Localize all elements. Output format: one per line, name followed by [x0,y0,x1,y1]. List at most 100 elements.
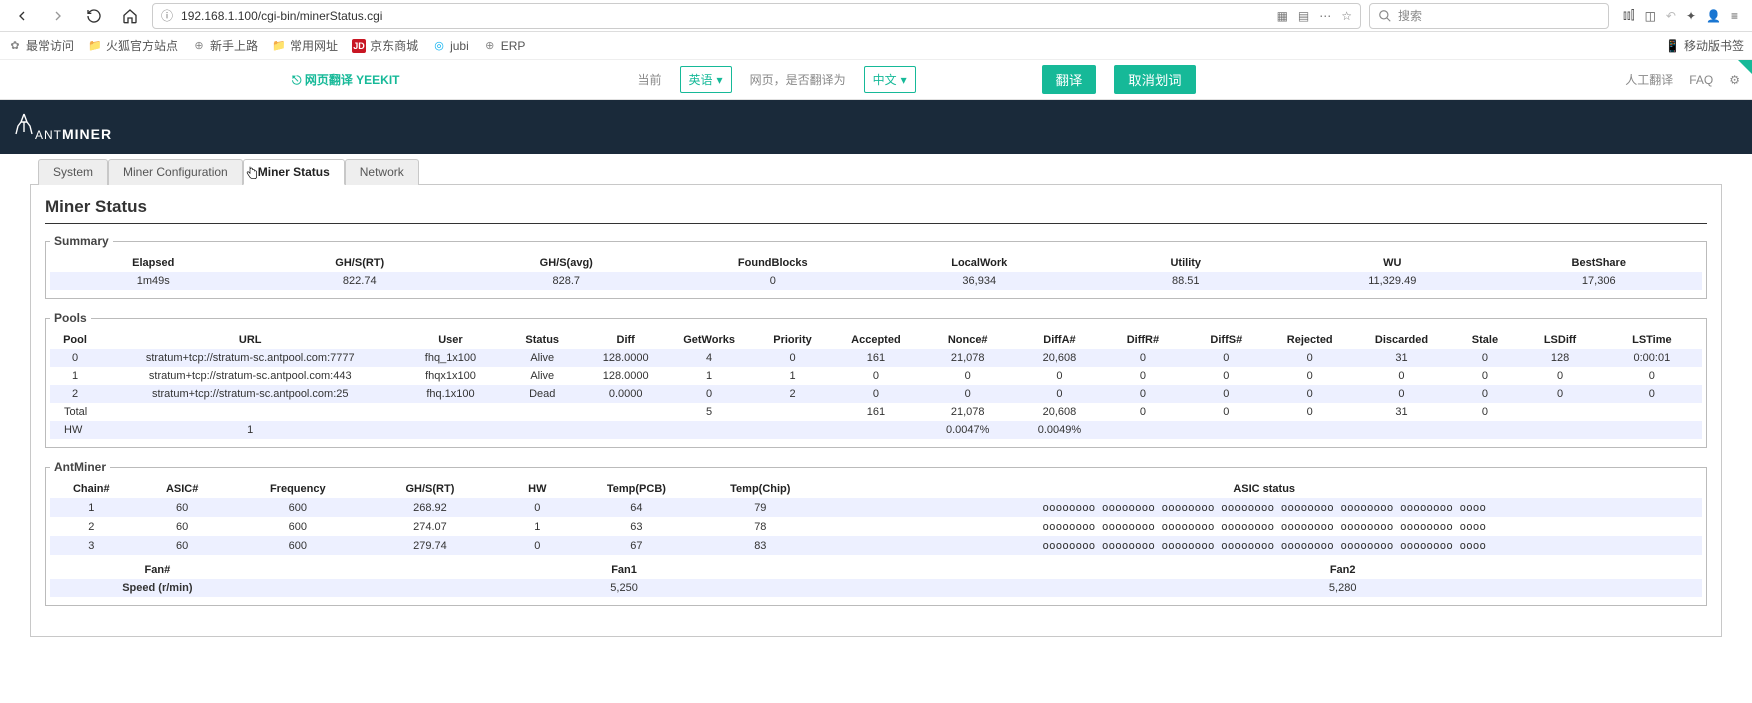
td: 274.07 [364,517,496,536]
addon-icon[interactable]: ✦ [1686,9,1696,23]
back-button[interactable] [8,2,36,30]
folder-icon: 📁 [88,39,102,53]
td: 0 [1185,367,1268,385]
summary-table: Elapsed GH/S(RT) GH/S(avg) FoundBlocks L… [50,254,1702,290]
table-row: 160600268.9206479oooooooo oooooooo ooooo… [50,498,1702,517]
td: 4 [667,349,750,367]
bookmark-star-icon[interactable]: ☆ [1341,9,1352,23]
table-row-total: Total516121,07820,608000310 [50,403,1702,421]
info-icon: ⓘ [161,7,173,24]
tab-system[interactable]: System [38,159,108,185]
th: LSDiff [1518,331,1601,349]
th: Utility [1083,254,1290,272]
corner-badge [1738,60,1752,74]
bookmark-common[interactable]: 📁常用网址 [272,37,338,54]
th: ASIC# [133,480,232,498]
table-row: 0 stratum+tcp://stratum-sc.antpool.com:77… [50,349,1702,367]
td: 0 [1185,403,1268,421]
th: Elapsed [50,254,257,272]
td: 0 [1351,385,1451,403]
tab-miner-status[interactable]: Miner Status [243,159,345,185]
library-icon[interactable]: ⫾⫾⫿ [1623,8,1635,23]
th: Temp(PCB) [579,480,695,498]
reader-icon[interactable]: ▤ [1298,9,1309,23]
tab-network[interactable]: Network [345,159,419,185]
chevron-down-icon: ▾ [717,73,723,87]
bookmark-erp[interactable]: ⊕ERP [483,39,526,53]
td: 2 [50,385,100,403]
th: Chain# [50,480,133,498]
td: fhq_1x100 [400,349,500,367]
td: 0:00:01 [1602,349,1702,367]
bookmark-firefox[interactable]: 📁火狐官方站点 [88,37,178,54]
bookmark-jd[interactable]: JD京东商城 [352,37,418,54]
th: DiffA# [1018,331,1101,349]
th: Fan# [50,561,265,579]
th: Accepted [834,331,917,349]
td: 0 [1101,403,1184,421]
more-icon[interactable]: ⋯ [1319,9,1331,23]
td: 67 [579,536,695,555]
td: 600 [232,498,364,517]
bm-label: jubi [450,39,469,53]
td: 5 [667,403,750,421]
th: Rejected [1268,331,1351,349]
bookmark-newuser[interactable]: ⊕新手上路 [192,37,258,54]
reload-button[interactable] [80,2,108,30]
table-row: 260600274.0716378oooooooo oooooooo ooooo… [50,517,1702,536]
cancel-translate-button[interactable]: 取消划词 [1114,65,1195,94]
lang-from-select[interactable]: 英语▾ [680,66,732,93]
td: 20,608 [1018,349,1101,367]
td: HW [50,421,100,439]
td: fhq.1x100 [400,385,500,403]
menu-icon[interactable]: ≡ [1731,9,1738,23]
td: 0 [667,385,750,403]
page-title: Miner Status [45,195,1707,224]
mobile-bookmarks[interactable]: 📱移动版书签 [1665,37,1744,54]
td: 128.0000 [584,367,667,385]
faq-link[interactable]: FAQ [1689,73,1713,87]
address-bar[interactable]: ⓘ 192.168.1.100/cgi-bin/minerStatus.cgi … [152,3,1361,29]
td: 36,934 [876,272,1083,290]
forward-button[interactable] [44,2,72,30]
bookmark-most-visited[interactable]: ✿最常访问 [8,37,74,54]
jubi-icon: ◎ [432,39,446,53]
td: 0 [918,385,1018,403]
human-translate-link[interactable]: 人工翻译 [1625,71,1673,88]
td: 0 [751,349,834,367]
td: oooooooo oooooooo oooooooo oooooooo oooo… [826,517,1702,536]
undo-icon[interactable]: ↶ [1666,9,1676,23]
td: 21,078 [918,349,1018,367]
tab-miner-configuration[interactable]: Miner Configuration [108,159,243,185]
home-button[interactable] [116,2,144,30]
td: 0 [1518,367,1601,385]
yeekit-logo: ⎋ 网页翻译 YEEKIT [292,71,400,88]
mobile-icon: 📱 [1665,39,1680,53]
current-label: 当前 [638,71,662,88]
th: FoundBlocks [670,254,877,272]
translate-button[interactable]: 翻译 [1042,65,1097,94]
th: LocalWork [876,254,1083,272]
td: 0 [1185,385,1268,403]
td: 600 [232,536,364,555]
td: stratum+tcp://stratum-sc.antpool.com:777… [100,349,400,367]
td: 0 [1268,385,1351,403]
search-box[interactable]: 搜索 [1369,3,1609,29]
th: Diff [584,331,667,349]
td: 0 [1185,349,1268,367]
td: 88.51 [1083,272,1290,290]
gear-icon[interactable]: ⚙ [1729,73,1740,87]
th: URL [100,331,400,349]
bookmark-jubi[interactable]: ◎ jubi [432,39,469,53]
td: 2 [50,517,133,536]
ant-icon [14,112,34,140]
profile-icon[interactable]: 👤 [1706,9,1721,23]
td: Dead [501,385,584,403]
td: 5,280 [983,579,1702,597]
table-row-hw: HW10.0047%0.0049% [50,421,1702,439]
td: Speed (r/min) [50,579,265,597]
sidebar-icon[interactable]: ◫ [1645,9,1656,23]
th: Fan1 [265,561,984,579]
lang-to-select[interactable]: 中文▾ [864,66,916,93]
qr-icon[interactable]: ▦ [1277,9,1288,23]
